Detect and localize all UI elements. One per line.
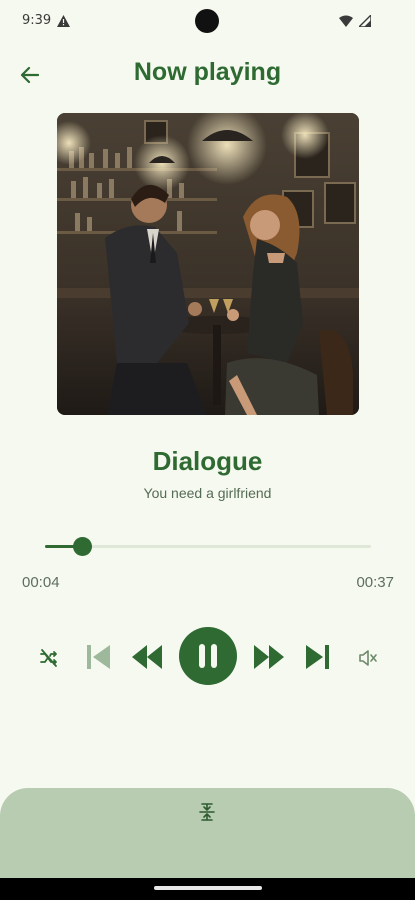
pause-icon <box>199 644 217 668</box>
expand-handle-icon[interactable] <box>196 801 218 823</box>
skip-previous-icon <box>87 645 110 669</box>
previous-button[interactable] <box>83 642 113 672</box>
pause-button[interactable] <box>179 627 237 685</box>
camera-cutout <box>195 9 219 33</box>
status-icons <box>337 13 372 32</box>
rewind-button[interactable] <box>131 642 163 672</box>
track-title: Dialogue <box>152 446 263 476</box>
rewind-icon <box>132 645 162 669</box>
bottom-sheet[interactable] <box>0 788 415 880</box>
seek-thumb[interactable] <box>73 537 93 556</box>
volume-mute-icon <box>359 650 377 666</box>
next-button[interactable] <box>302 642 334 672</box>
app-bar: Now playing <box>0 52 415 96</box>
status-bar: 9:39 <box>0 0 415 40</box>
cellular-icon <box>357 13 372 28</box>
fast-forward-button[interactable] <box>253 642 285 672</box>
home-indicator[interactable] <box>154 886 262 890</box>
warning-icon <box>57 14 70 32</box>
track-subtitle: You need a girlfriend <box>143 485 272 501</box>
volume-button[interactable] <box>355 645 381 671</box>
shuffle-button[interactable] <box>36 645 62 671</box>
total-time: 00:37 <box>356 574 394 591</box>
status-time: 9:39 <box>22 13 52 28</box>
shuffle-off-icon <box>40 649 57 667</box>
skip-next-icon <box>306 645 329 669</box>
elapsed-time: 00:04 <box>22 574 60 591</box>
wifi-icon <box>338 15 353 27</box>
seek-bar[interactable] <box>45 537 371 557</box>
seek-track <box>45 545 371 548</box>
system-nav-bar <box>0 878 415 900</box>
fast-forward-icon <box>254 645 284 669</box>
album-art <box>57 113 359 415</box>
page-title: Now playing <box>133 58 282 86</box>
